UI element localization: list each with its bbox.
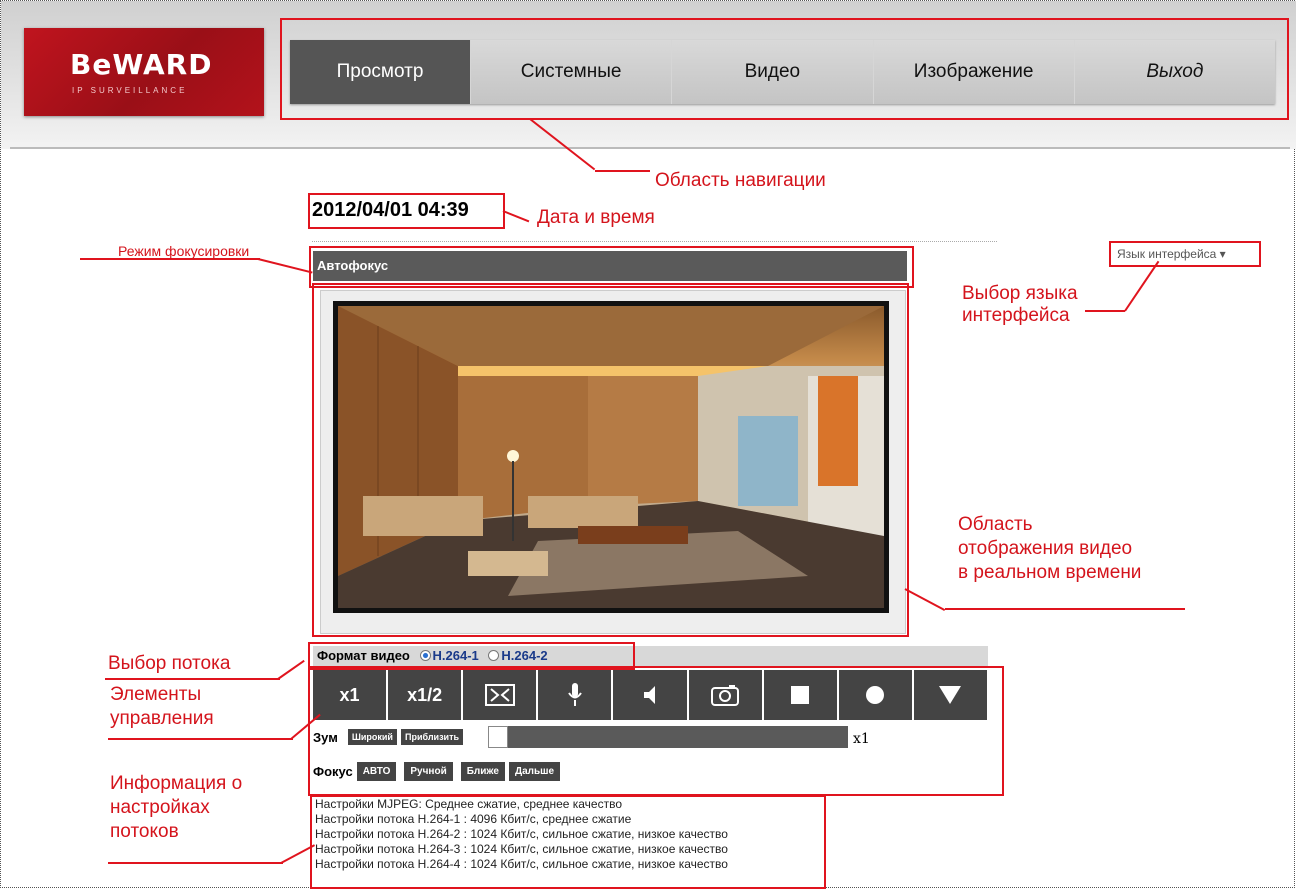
annotation-video-line: отображения видео — [958, 538, 1133, 559]
annotation-box-focus — [309, 246, 914, 288]
annotation-controls-line: Элементы — [110, 684, 202, 705]
annotation-info: Информация о настройках потоков — [110, 772, 242, 844]
annotation-controls: Элементы управления — [110, 683, 214, 731]
annotation-lang-line: Выбор языка — [962, 283, 1078, 304]
logo-text: BeWARD — [70, 48, 213, 81]
annotation-lang: Выбор языка интерфейса — [962, 283, 1078, 327]
leader-line — [595, 170, 650, 172]
annotation-controls-line: управления — [110, 708, 214, 729]
annotation-box-video — [312, 283, 909, 637]
annotation-info-line: потоков — [110, 821, 179, 842]
leader-line — [1085, 310, 1125, 312]
annotation-info-line: настройках — [110, 797, 210, 818]
header-divider — [10, 147, 1290, 149]
leader-line — [945, 608, 1185, 610]
annotation-focus: Режим фокусировки — [118, 243, 250, 259]
annotation-box-lang — [1109, 241, 1261, 267]
leader-line — [105, 678, 280, 680]
annotation-box-datetime — [308, 193, 505, 229]
annotation-nav: Область навигации — [655, 170, 826, 191]
annotation-video-line: Область — [958, 514, 1033, 535]
annotation-box-nav — [280, 18, 1289, 120]
annotation-box-controls — [308, 666, 1004, 796]
leader-line — [108, 862, 283, 864]
annotation-datetime: Дата и время — [537, 207, 655, 228]
annotation-stream: Выбор потока — [108, 653, 231, 674]
beward-logo[interactable]: BeWARD IP SURVEILLANCE — [24, 28, 264, 116]
leader-line — [108, 738, 293, 740]
annotation-info-line: Информация о — [110, 773, 243, 794]
annotation-box-info — [310, 795, 826, 889]
annotation-video: Область отображения видео в реальном вре… — [958, 513, 1141, 585]
annotation-video-line: в реальном времени — [958, 562, 1142, 583]
logo-tagline: IP SURVEILLANCE — [72, 86, 188, 95]
divider — [312, 241, 997, 242]
annotation-lang-line: интерфейса — [962, 305, 1070, 326]
